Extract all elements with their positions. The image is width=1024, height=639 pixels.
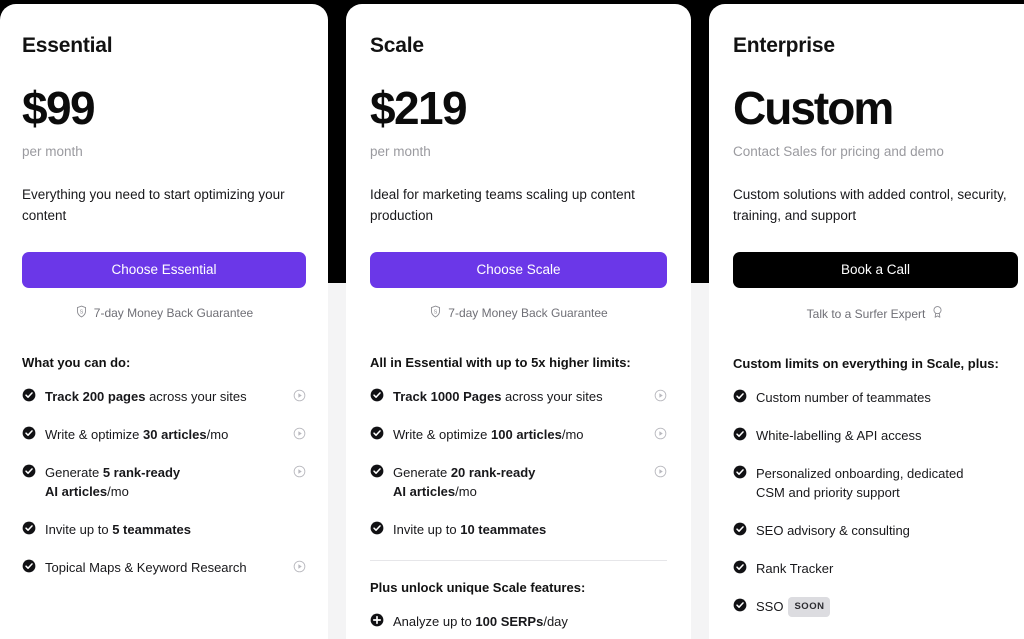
plan-price: $219: [370, 82, 468, 134]
feature-video-icon[interactable]: [293, 389, 306, 407]
feature-label: Invite up to 5 teammates: [45, 521, 191, 537]
feature-item: SSO SOON: [733, 596, 1018, 618]
guarantee-note: S 7-day Money Back Guarantee: [370, 305, 667, 321]
check-icon: [22, 464, 36, 483]
feature-item: Track 200 pages across your sites: [22, 387, 306, 407]
feature-label: Rank Tracker: [756, 560, 834, 576]
feature-item: SEO advisory & consulting: [733, 521, 1018, 541]
feature-item: Custom number of teammates: [733, 388, 1018, 408]
feature-list: All in Essential with up to 5x higher li…: [346, 354, 691, 639]
feature-label: Invite up to 10 teammates: [393, 521, 547, 537]
plan-price: $99: [22, 82, 96, 134]
feature-item: Analyze up to 100 SERPs/day: [370, 612, 667, 632]
check-icon: [733, 465, 747, 484]
feature-group-divider: [370, 559, 667, 561]
award-medal-icon: [931, 305, 944, 322]
plan-name: Scale: [370, 34, 424, 57]
feature-label: Track 1000 Pages across your sites: [393, 388, 603, 404]
feature-label: Generate 20 rank-ready AI articles/mo: [393, 464, 536, 500]
check-icon: [22, 521, 36, 540]
feature-group-heading: All in Essential with up to 5x higher li…: [370, 355, 631, 371]
feature-label: Topical Maps & Keyword Research: [45, 559, 247, 575]
check-icon: [733, 427, 747, 446]
shield-guarantee-icon: S: [429, 305, 442, 321]
feature-label: Write & optimize 100 articles/mo: [393, 426, 584, 442]
check-icon: [370, 464, 384, 483]
feature-item: Generate 20 rank-ready AI articles/mo: [370, 463, 667, 502]
feature-label: SSO SOON: [756, 596, 831, 618]
book-a-call-button[interactable]: Book a Call: [733, 252, 1018, 289]
feature-item: Topical Maps & Keyword Research: [22, 558, 306, 578]
feature-items: Track 200 pages across your sites Write &…: [22, 387, 306, 578]
guarantee-label: 7-day Money Back Guarantee: [93, 306, 254, 321]
feature-item: Track 1000 Pages across your sites: [370, 387, 667, 407]
feature-label: Track 200 pages across your sites: [45, 388, 247, 404]
feature-item: Invite up to 10 teammates: [370, 520, 667, 540]
svg-text:S: S: [434, 310, 438, 316]
feature-items: Custom number of teammates White-labellin…: [733, 388, 1018, 618]
talk-to-expert-label: Talk to a Surfer Expert: [806, 306, 926, 321]
guarantee-label: 7-day Money Back Guarantee: [448, 306, 608, 321]
svg-text:S: S: [80, 310, 84, 316]
feature-label: Analyze up to 100 SERPs/day: [393, 613, 568, 629]
guarantee-note: S 7-day Money Back Guarantee: [22, 305, 306, 321]
check-icon: [22, 559, 36, 578]
feature-group-heading: What you can do:: [22, 355, 131, 371]
feature-video-icon[interactable]: [293, 465, 306, 483]
feature-label: Generate 5 rank-ready AI articles/mo: [45, 464, 181, 500]
feature-video-icon[interactable]: [654, 389, 667, 407]
check-icon: [370, 426, 384, 445]
feature-label: Write & optimize 30 articles/mo: [45, 426, 229, 442]
check-icon: [370, 521, 384, 540]
feature-group-heading: Plus unlock unique Scale features:: [370, 579, 586, 595]
feature-group-heading: Custom limits on everything in Scale, pl…: [733, 356, 999, 372]
feature-list: What you can do: Track 200 pages across …: [0, 354, 328, 578]
talk-to-expert-link[interactable]: Talk to a Surfer Expert: [733, 305, 1018, 322]
feature-items: Track 1000 Pages across your sites Write …: [370, 387, 667, 540]
feature-video-icon[interactable]: [654, 465, 667, 483]
plan-price-subtitle: Contact Sales for pricing and demo: [733, 144, 944, 160]
feature-list: Custom limits on everything in Scale, pl…: [709, 355, 1024, 618]
check-icon: [22, 426, 36, 445]
feature-label: White-labelling & API access: [756, 427, 922, 443]
feature-item: Invite up to 5 teammates: [22, 520, 306, 540]
plan-description: Ideal for marketing teams scaling up con…: [370, 187, 635, 224]
check-icon: [733, 522, 747, 541]
feature-label: SEO advisory & consulting: [756, 522, 910, 538]
check-icon: [22, 388, 36, 407]
feature-label: Custom number of teammates: [756, 389, 931, 405]
pricing-card-scale: Scale $219 per month Ideal for marketing…: [346, 4, 691, 639]
choose-scale-button[interactable]: Choose Scale: [370, 252, 667, 289]
plan-price-subtitle: per month: [370, 144, 431, 160]
check-icon: [733, 560, 747, 579]
feature-item: Generate 5 rank-ready AI articles/mo: [22, 463, 306, 502]
feature-video-icon[interactable]: [654, 427, 667, 445]
plan-description: Everything you need to start optimizing …: [22, 187, 285, 224]
feature-item: Personalized onboarding, dedicated CSM an…: [733, 464, 1018, 503]
feature-label: Personalized onboarding, dedicated CSM an…: [756, 465, 964, 501]
plan-price-subtitle: per month: [22, 144, 83, 160]
pricing-cards-container: Essential $99 per month Everything you n…: [0, 0, 1024, 639]
shield-guarantee-icon: S: [75, 305, 88, 321]
plan-description: Custom solutions with added control, sec…: [733, 187, 1007, 224]
plan-price: Custom: [733, 82, 894, 134]
choose-essential-button[interactable]: Choose Essential: [22, 252, 306, 289]
check-icon: [733, 598, 747, 617]
feature-video-icon[interactable]: [293, 427, 306, 445]
feature-item: Rank Tracker: [733, 559, 1018, 579]
pricing-card-enterprise: Enterprise Custom Contact Sales for pric…: [709, 4, 1024, 639]
plan-name: Essential: [22, 34, 113, 57]
plan-name: Enterprise: [733, 34, 835, 57]
feature-items: Analyze up to 100 SERPs/dayOnboarding ca…: [370, 612, 667, 639]
feature-item: Write & optimize 100 articles/mo: [370, 425, 667, 445]
feature-item: White-labelling & API access: [733, 426, 1018, 446]
feature-item: Write & optimize 30 articles/mo: [22, 425, 306, 445]
check-icon: [370, 388, 384, 407]
check-icon: [733, 389, 747, 408]
plus-icon: [370, 613, 384, 632]
pricing-card-essential: Essential $99 per month Everything you n…: [0, 4, 328, 639]
feature-video-icon[interactable]: [293, 560, 306, 578]
